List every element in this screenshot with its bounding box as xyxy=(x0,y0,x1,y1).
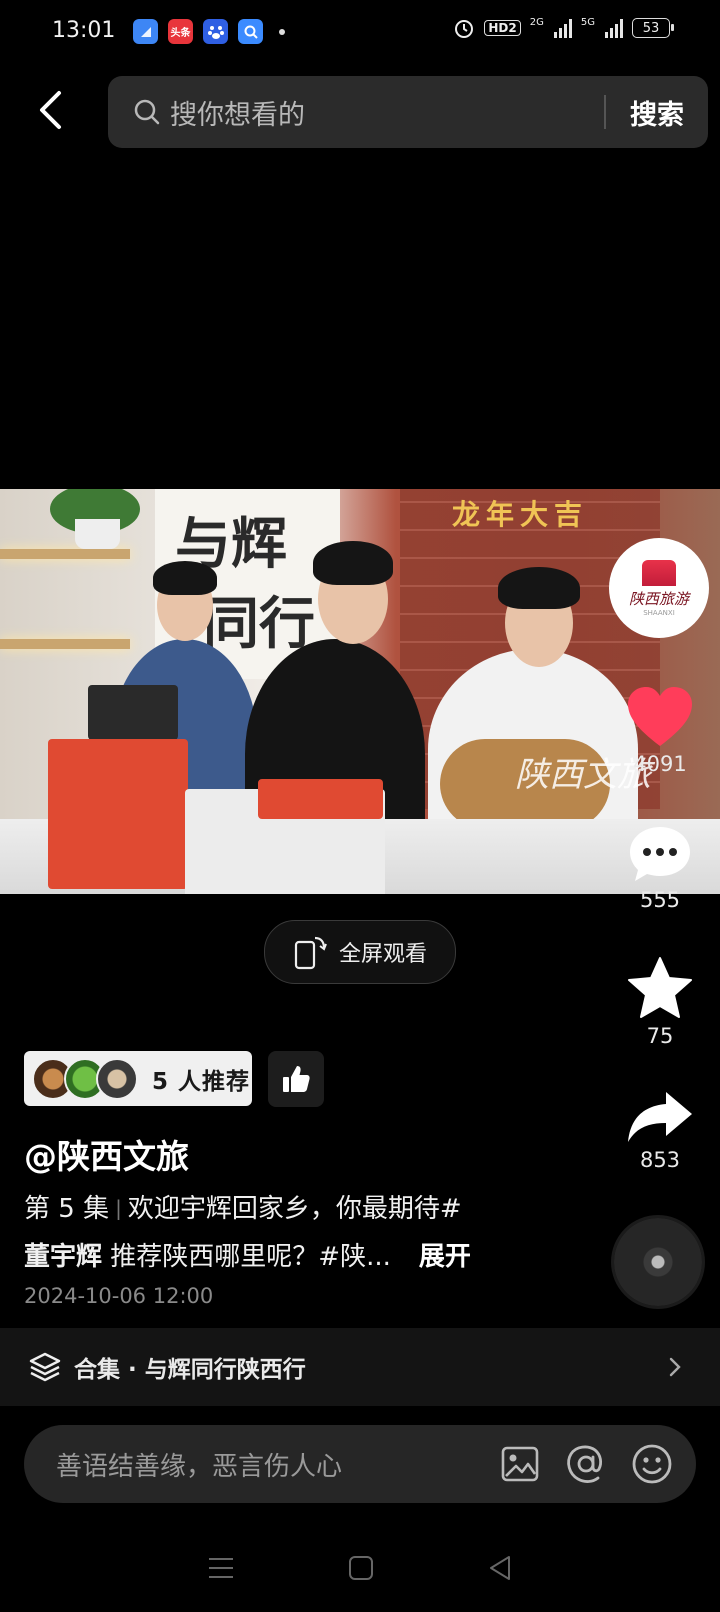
fullscreen-button[interactable]: 全屏观看 xyxy=(264,920,456,984)
battery-icon: 53 xyxy=(632,18,674,38)
baidu-icon xyxy=(203,19,228,44)
product-box-small xyxy=(258,779,383,819)
favorite-count: 75 xyxy=(646,1024,674,1048)
collection-label: 合集 xyxy=(74,1357,120,1383)
person-left-hair xyxy=(153,561,217,595)
layers-icon xyxy=(29,1352,61,1382)
search-input[interactable]: 搜你想看的 xyxy=(170,93,604,132)
menu-button[interactable] xyxy=(207,1556,235,1584)
favorite-action[interactable]: 75 xyxy=(620,956,700,1048)
description-line-2: 董宇辉 推荐陕西哪里呢？#陕... 展开 xyxy=(24,1236,471,1273)
search-button[interactable]: 搜索 xyxy=(630,93,684,132)
person-center-hair xyxy=(313,541,393,585)
search-bar[interactable]: 搜你想看的 搜索 xyxy=(108,76,708,148)
recommend-count-text: 5 人推荐 xyxy=(152,1068,251,1095)
comment-action[interactable]: 555 xyxy=(620,824,700,912)
comment-bubble-icon xyxy=(630,827,690,881)
shelf xyxy=(0,639,130,649)
recommend-like-button[interactable] xyxy=(268,1051,324,1107)
expand-button[interactable]: 展开 xyxy=(419,1242,471,1272)
collection-text: 合集 · 与辉同行陕西行 xyxy=(74,1357,306,1383)
status-time: 13:01 xyxy=(52,18,116,43)
toutiao-icon: 头条 xyxy=(168,19,193,44)
home-square-icon xyxy=(348,1556,373,1580)
emoji-button[interactable] xyxy=(630,1442,674,1486)
image-icon xyxy=(501,1446,539,1482)
share-count: 853 xyxy=(639,1148,681,1172)
shelf xyxy=(0,549,130,559)
collection-name: 与辉同行陕西行 xyxy=(144,1357,306,1383)
recommender-avatar xyxy=(96,1057,138,1100)
status-indicators: HD2 2G 5G 53 xyxy=(453,17,674,39)
comment-input[interactable]: 善语结善缘，恶言伤人心 xyxy=(56,1446,498,1483)
at-sign-icon xyxy=(567,1445,603,1483)
heart-icon xyxy=(628,687,692,746)
menu-icon xyxy=(208,1558,233,1578)
back-nav-button[interactable] xyxy=(487,1554,513,1586)
rotate-screen-icon xyxy=(294,936,327,970)
search-icon xyxy=(134,99,160,125)
image-button[interactable] xyxy=(498,1442,542,1486)
system-navigation-bar xyxy=(0,1540,720,1600)
account-avatar-sub: SHAANXI xyxy=(643,608,675,617)
fullscreen-label: 全屏观看 xyxy=(338,942,427,967)
notification-app-icons: 头条 xyxy=(133,19,285,44)
video-banner-text: 龙年大吉 xyxy=(452,498,589,531)
hd-voice-badge: HD2 xyxy=(484,20,521,36)
thumbs-up-icon xyxy=(283,1066,310,1092)
back-triangle-icon xyxy=(490,1556,511,1580)
like-count: 4091 xyxy=(633,752,687,776)
mention-button[interactable] xyxy=(564,1442,608,1486)
comment-input-bar[interactable]: 善语结善缘，恶言伤人心 xyxy=(24,1425,696,1503)
recommend-badge[interactable]: 5 人推荐 xyxy=(24,1051,252,1106)
episode-label[interactable]: 第 5 集 xyxy=(24,1194,109,1224)
account-avatar-title: 陕西旅游 xyxy=(628,589,689,608)
signal-icon-2 xyxy=(605,18,623,38)
hashtag-dong-yuhui[interactable]: 董宇辉 xyxy=(24,1242,102,1272)
post-date: 2024-10-06 12:00 xyxy=(24,1284,214,1308)
description-line-1: 第 5 集 | 欢迎宇辉回家乡，你最期待# xyxy=(24,1188,462,1225)
description-text-1: 欢迎宇辉回家乡，你最期待# xyxy=(127,1194,462,1224)
search-divider xyxy=(604,95,606,129)
music-disc-icon[interactable] xyxy=(614,1218,702,1306)
product-box xyxy=(48,739,188,889)
chevron-left-icon xyxy=(40,91,61,129)
description-text-2: 推荐陕西哪里呢？#陕... xyxy=(102,1242,391,1272)
share-action[interactable]: 853 xyxy=(620,1090,700,1172)
alarm-icon xyxy=(455,20,474,38)
author-name[interactable]: @陕西文旅 xyxy=(24,1130,189,1178)
video-player[interactable]: 龙年大吉 与辉 同行 陕西文旅 xyxy=(0,489,720,894)
laptop xyxy=(88,685,178,740)
emoji-icon xyxy=(632,1444,672,1484)
home-button[interactable] xyxy=(348,1555,374,1585)
plant-pot xyxy=(75,519,120,549)
back-button[interactable] xyxy=(30,90,70,130)
chevron-right-icon xyxy=(669,1357,681,1377)
account-avatar[interactable]: 陕西旅游 SHAANXI xyxy=(611,540,707,636)
network-label-1: 2G xyxy=(529,17,544,28)
like-action[interactable]: 4091 xyxy=(620,686,700,776)
comment-count: 555 xyxy=(639,888,681,912)
search-app-icon xyxy=(238,19,263,44)
more-notifications-dot xyxy=(279,28,285,35)
star-icon xyxy=(628,957,692,1018)
collection-bar[interactable]: 合集 · 与辉同行陕西行 xyxy=(0,1328,720,1406)
episode-separator: | xyxy=(115,1196,122,1220)
share-arrow-icon xyxy=(628,1092,692,1142)
person-right-hair xyxy=(498,567,580,609)
account-logo-mark xyxy=(642,559,676,586)
network-label-2: 5G xyxy=(580,17,595,28)
signal-icon-1 xyxy=(553,18,572,38)
app-icon-blue xyxy=(133,19,158,44)
